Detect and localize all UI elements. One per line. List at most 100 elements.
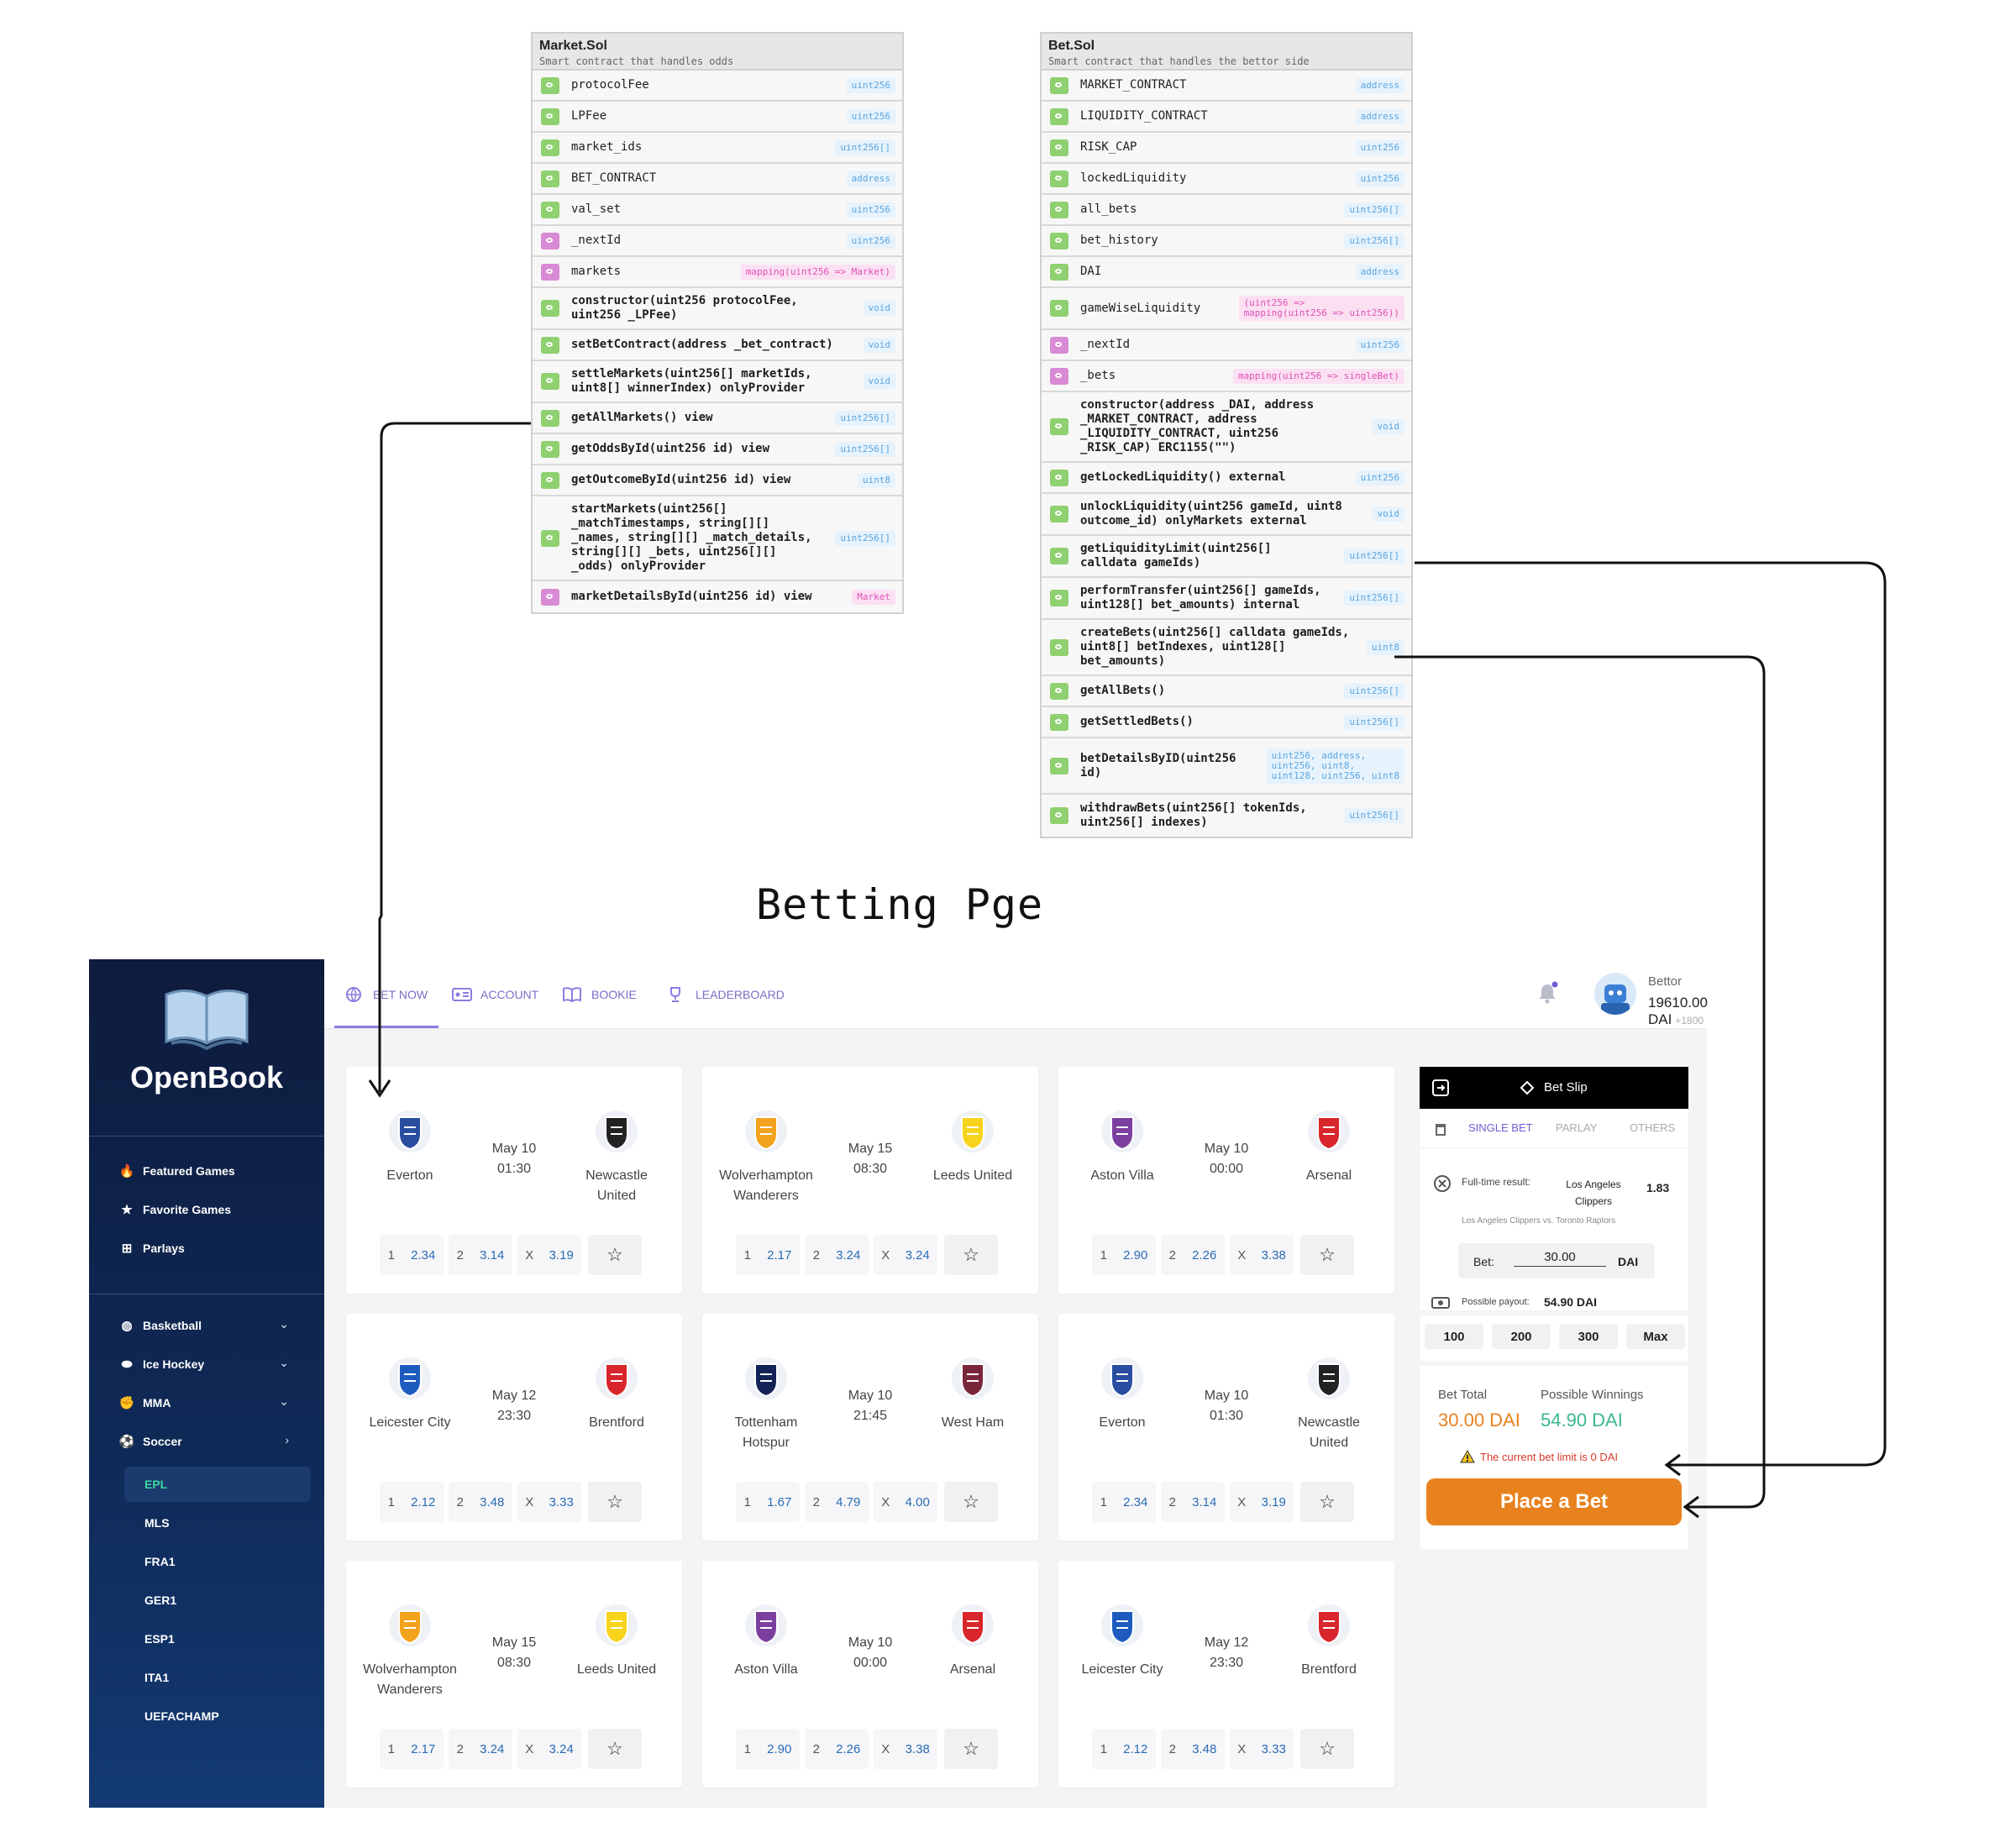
quick-amount-max[interactable]: Max: [1626, 1324, 1685, 1349]
odds-draw-button[interactable]: X 3.33: [517, 1482, 581, 1522]
favorite-star-icon[interactable]: ☆: [588, 1482, 642, 1522]
odds-away-button[interactable]: 2 3.24: [449, 1729, 512, 1769]
open-book-logo-icon: [165, 990, 249, 1050]
odds-away-button[interactable]: 2 4.79: [805, 1482, 869, 1522]
match-card[interactable]: Everton Newcastle United May 10 01:30 1 2.34 2…: [346, 1067, 682, 1294]
odds-away-button[interactable]: 2 2.26: [1161, 1235, 1225, 1275]
odds-home-button[interactable]: 1 2.17: [736, 1235, 800, 1275]
odds-draw-button[interactable]: X 3.19: [517, 1235, 581, 1275]
odds-away-button[interactable]: 2 2.26: [805, 1729, 869, 1769]
match-datetime: May 12 23:30: [1176, 1633, 1277, 1673]
odds-draw-button[interactable]: X 3.24: [874, 1235, 937, 1275]
sidebar-item-basketball[interactable]: ◍ Basketball: [119, 1314, 202, 1337]
sidebar-item-ice-hockey[interactable]: ⬬ Ice Hockey: [119, 1352, 205, 1376]
match-card[interactable]: Everton Newcastle United May 10 01:30 1 2.34 2…: [1058, 1314, 1394, 1541]
odds-value: 1.67: [767, 1494, 792, 1509]
sidebar-item-parlays[interactable]: ⊞ Parlays: [119, 1236, 185, 1260]
match-card[interactable]: Aston Villa Arsenal May 10 00:00 1 2.90 2 2.26 X…: [1058, 1067, 1394, 1294]
odds-home-button[interactable]: 1 2.90: [1092, 1235, 1156, 1275]
favorite-star-icon[interactable]: ☆: [588, 1729, 642, 1769]
odds-draw-button[interactable]: X 3.19: [1230, 1482, 1294, 1522]
home-team-crest-icon: [1100, 1109, 1145, 1154]
match-date: May 10: [491, 1142, 537, 1156]
match-card[interactable]: Leicester City Brentford May 12 23:30 1 2.12 2…: [1058, 1561, 1394, 1788]
match-card[interactable]: Wolverhampton Wanderers Leeds United May 1…: [346, 1561, 682, 1788]
tab-single-bet[interactable]: SINGLE BET: [1468, 1121, 1533, 1134]
league-epl[interactable]: EPL: [124, 1467, 311, 1502]
odds-away-button[interactable]: 2 3.24: [805, 1235, 869, 1275]
tab-leaderboard[interactable]: LEADERBOARD: [667, 984, 785, 1005]
league-fra1[interactable]: FRA1: [144, 1550, 176, 1573]
favorite-star-icon[interactable]: ☆: [1300, 1482, 1354, 1522]
sidebar-item-mma[interactable]: ✊ MMA: [119, 1391, 171, 1415]
odds-draw-button[interactable]: X 3.38: [874, 1729, 937, 1769]
favorite-star-icon[interactable]: ☆: [944, 1729, 998, 1769]
collapse-slip-icon[interactable]: [1431, 1079, 1450, 1097]
odds-home-button[interactable]: 1 2.17: [380, 1729, 444, 1769]
type-badge: uint256[]: [1344, 549, 1404, 564]
odds-home-button[interactable]: 1 2.12: [1092, 1729, 1156, 1769]
avatar[interactable]: [1594, 973, 1636, 1015]
league-mls[interactable]: MLS: [144, 1511, 170, 1535]
favorite-star-icon[interactable]: ☆: [944, 1235, 998, 1275]
favorite-star-icon[interactable]: ☆: [1300, 1729, 1354, 1769]
type-badge: uint256[]: [1344, 202, 1404, 218]
odds-home-button[interactable]: 1 2.34: [380, 1235, 444, 1275]
quick-amount-300[interactable]: 300: [1559, 1324, 1618, 1349]
tab-bet-now[interactable]: BET NOW: [344, 984, 428, 1005]
tab-account[interactable]: ACCOUNT: [452, 984, 538, 1005]
quick-amount-100[interactable]: 100: [1425, 1324, 1483, 1349]
eye-icon: [1050, 139, 1068, 156]
odds-label: 1: [387, 1494, 395, 1509]
field-name: RISK_CAP: [1080, 140, 1137, 154]
field-name: LPFee: [571, 109, 607, 123]
chevron-down-icon[interactable]: ⌄: [279, 1317, 289, 1331]
chevron-right-icon[interactable]: ›: [285, 1433, 289, 1446]
match-card[interactable]: Wolverhampton Wanderers Leeds United May 1…: [702, 1067, 1038, 1294]
bet-amount-input[interactable]: 30.00: [1514, 1250, 1606, 1267]
match-card[interactable]: Leicester City Brentford May 12 23:30 1 2.12 2…: [346, 1314, 682, 1541]
tab-bookie[interactable]: BOOKIE: [563, 984, 637, 1005]
sidebar-item-soccer[interactable]: ⚽ Soccer: [119, 1430, 182, 1453]
favorite-star-icon[interactable]: ☆: [588, 1235, 642, 1275]
home-team-crest-icon: [387, 1603, 433, 1648]
eye-icon: [541, 373, 559, 390]
odds-draw-button[interactable]: X 3.33: [1230, 1729, 1294, 1769]
type-badge: Market: [852, 589, 895, 605]
odds-away-button[interactable]: 2 3.14: [1161, 1482, 1225, 1522]
tab-parlay[interactable]: PARLAY: [1556, 1121, 1597, 1134]
sidebar-item-favorite-games[interactable]: ★ Favorite Games: [119, 1198, 231, 1221]
eye-icon: [1050, 170, 1068, 187]
odds-away-button[interactable]: 2 3.48: [1161, 1729, 1225, 1769]
odds-home-button[interactable]: 1 2.34: [1092, 1482, 1156, 1522]
odds-away-button[interactable]: 2 3.14: [449, 1235, 512, 1275]
place-bet-button[interactable]: Place a Bet: [1426, 1478, 1682, 1525]
field-name: bet_history: [1080, 234, 1158, 247]
odds-draw-button[interactable]: X 3.24: [517, 1729, 581, 1769]
tab-others[interactable]: OTHERS: [1630, 1121, 1675, 1134]
quick-amount-200[interactable]: 200: [1492, 1324, 1551, 1349]
chevron-down-icon[interactable]: ⌄: [279, 1356, 289, 1370]
remove-bet-icon[interactable]: [1433, 1174, 1452, 1193]
favorite-star-icon[interactable]: ☆: [1300, 1235, 1354, 1275]
sidebar-item-featured-games[interactable]: 🔥 Featured Games: [119, 1159, 235, 1183]
league-ita1[interactable]: ITA1: [144, 1666, 169, 1689]
notification-bell-icon[interactable]: [1534, 979, 1561, 1006]
odds-home-button[interactable]: 1 1.67: [736, 1482, 800, 1522]
match-card[interactable]: Aston Villa Arsenal May 10 00:00 1 2.90 2 2.26 X…: [702, 1561, 1038, 1788]
odds-away-button[interactable]: 2 3.48: [449, 1482, 512, 1522]
trash-icon[interactable]: [1433, 1121, 1448, 1136]
league-uefachamp[interactable]: UEFACHAMP: [144, 1704, 219, 1728]
match-card[interactable]: Tottenham Hotspur West Ham May 10 21:45 1 1.6…: [702, 1314, 1038, 1541]
league-esp1[interactable]: ESP1: [144, 1627, 175, 1651]
chevron-down-icon[interactable]: ⌄: [279, 1394, 289, 1409]
odds-draw-button[interactable]: X 4.00: [874, 1482, 937, 1522]
favorite-star-icon[interactable]: ☆: [944, 1482, 998, 1522]
type-badge: void: [1372, 419, 1404, 434]
function-signature: performTransfer(uint256[] gameIds, uint1…: [1080, 584, 1321, 612]
odds-draw-button[interactable]: X 3.38: [1230, 1235, 1294, 1275]
odds-home-button[interactable]: 1 2.12: [380, 1482, 444, 1522]
bet-limit-warning: The current bet limit is 0 DAI: [1480, 1451, 1618, 1463]
league-ger1[interactable]: GER1: [144, 1588, 176, 1612]
odds-home-button[interactable]: 1 2.90: [736, 1729, 800, 1769]
